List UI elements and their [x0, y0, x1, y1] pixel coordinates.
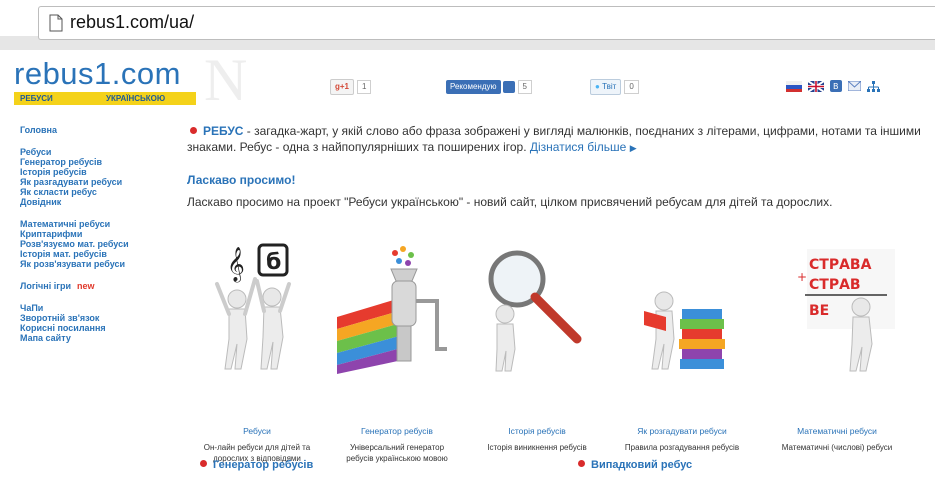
nav-solve-math[interactable]: Розв'язуємо мат. ребуси — [20, 239, 180, 249]
card-title[interactable]: Ребуси — [187, 426, 327, 436]
logo-subtitle-bar: РЕБУСИ УКРАЇНСЬКОЮ — [14, 92, 196, 105]
main-content: РЕБУС - загадка-жарт, у якій слово або ф… — [187, 123, 927, 463]
card-desc: Історія виникнення ребусів — [487, 443, 587, 452]
uk-flag-icon[interactable] — [808, 80, 824, 92]
strava-line1: СТРАВА — [809, 257, 872, 273]
recommend-button[interactable]: Рекомендую — [446, 80, 501, 94]
russian-flag-icon[interactable] — [786, 80, 802, 92]
nav-history[interactable]: Історія ребусів — [20, 167, 180, 177]
magnifier-person-icon — [488, 250, 582, 372]
recommend-count: 5 — [517, 80, 532, 94]
bottom-random-rebus-link[interactable]: Випадковий ребус — [575, 459, 692, 471]
logo-watermark: N — [204, 47, 248, 113]
nav-useful-links[interactable]: Корисні посилання — [20, 323, 180, 333]
bottom-left-label: Генератор ребусів — [213, 459, 314, 471]
card-title[interactable]: Історія ребусів — [467, 426, 607, 436]
gplus-count: 1 — [357, 80, 372, 94]
website: N rebus1.com РЕБУСИ УКРАЇНСЬКОЮ g+1 1 Ре… — [0, 47, 935, 475]
page-icon — [49, 14, 63, 32]
nav-math-rebuses[interactable]: Математичні ребуси — [20, 219, 180, 229]
nav-logic-games[interactable]: Логічні ігри new — [20, 281, 180, 291]
card-desc: Математичні (числові) ребуси — [781, 443, 893, 452]
new-badge: new — [77, 281, 95, 291]
site-logo[interactable]: rebus1.com РЕБУСИ УКРАЇНСЬКОЮ — [14, 56, 196, 105]
gplus-button[interactable]: g+1 — [330, 79, 355, 95]
language-links: B — [786, 80, 880, 92]
logo-sub-left: РЕБУСИ — [20, 94, 53, 103]
nav-generator[interactable]: Генератор ребусів — [20, 157, 180, 167]
feature-cards: 𝄞 б Ребуси Он-лайн ребуси для дітей та д… — [187, 239, 927, 479]
nav-faq[interactable]: ЧаПи — [20, 303, 180, 313]
nav-cryptarithms[interactable]: Криптарифми — [20, 229, 180, 239]
card-title[interactable]: Як розгадувати ребуси — [612, 426, 752, 436]
address-bar[interactable]: rebus1.com/ua/ — [38, 6, 935, 40]
nav-sitemap[interactable]: Мапа сайту — [20, 333, 180, 343]
books-reader-icon — [644, 291, 725, 370]
vk-share-icon[interactable]: B — [830, 80, 842, 92]
tweet-count: 0 — [624, 80, 639, 94]
svg-text:б: б — [266, 250, 281, 275]
welcome-title: Ласкаво просимо! — [187, 173, 296, 187]
bottom-right-label: Випадковий ребус — [591, 459, 693, 471]
tweet-button[interactable]: ● Твіт — [590, 79, 622, 95]
welcome-text: Ласкаво просимо на проект "Ребуси україн… — [187, 195, 833, 209]
recommend-widget[interactable]: Рекомендую 5 — [446, 80, 532, 94]
strava-line2: СТРАВ — [809, 277, 861, 293]
url-text[interactable]: rebus1.com/ua/ — [70, 12, 194, 33]
logic-games-label: Логічні ігри — [20, 281, 72, 291]
rebus-keyword: РЕБУС — [203, 124, 244, 138]
logo-text: rebus1.com — [14, 56, 181, 91]
bottom-generator-link[interactable]: Генератор ребусів — [197, 459, 313, 471]
bullet-icon — [200, 460, 207, 467]
gplus-widget[interactable]: g+1 1 — [330, 79, 372, 95]
people-music-notes-icon: 𝄞 б — [215, 243, 291, 370]
intro-paragraph: РЕБУС - загадка-жарт, у якій слово або ф… — [187, 123, 927, 156]
site-header: N rebus1.com РЕБУСИ УКРАЇНСЬКОЮ g+1 1 Ре… — [0, 47, 935, 113]
bullet-icon — [190, 127, 197, 134]
svg-text:B: B — [833, 82, 839, 91]
nav-how-to-solve[interactable]: Як разгадувати ребуси — [20, 177, 180, 187]
card-desc: Універсальний генератор ребусів українсь… — [346, 443, 448, 463]
logo-sub-right: УКРАЇНСЬКОЮ — [106, 94, 166, 103]
tweet-widget[interactable]: ● Твіт 0 — [590, 79, 639, 95]
nav-feedback[interactable]: Зворотній зв'язок — [20, 313, 180, 323]
strava-line3: ВЕ — [809, 303, 829, 319]
strava-puzzle-icon: СТРАВА + СТРАВ ВЕ — [797, 249, 895, 372]
svg-text:+: + — [797, 270, 807, 284]
vk-icon — [502, 81, 515, 93]
bullet-icon — [578, 460, 585, 467]
tweet-label: Твіт — [602, 82, 617, 91]
sitemap-icon[interactable] — [867, 80, 880, 92]
card-desc: Правила розгадування ребусів — [624, 443, 740, 452]
nav-how-to-solve-math[interactable]: Як розв'язувати ребуси — [20, 259, 180, 269]
play-arrow-icon[interactable]: ▶ — [630, 143, 637, 153]
learn-more-link[interactable]: Дізнатися більше — [530, 140, 626, 154]
nav-home[interactable]: Головна — [20, 125, 180, 135]
browser-chrome: rebus1.com/ua/ — [0, 0, 935, 50]
mail-icon[interactable] — [848, 81, 861, 91]
sidebar-nav: Головна Ребуси Генератор ребусів Історія… — [20, 125, 180, 343]
svg-text:𝄞: 𝄞 — [227, 247, 245, 283]
twitter-bird-icon: ● — [595, 82, 600, 91]
meat-grinder-rainbow-icon — [337, 246, 447, 374]
nav-rebuses[interactable]: Ребуси — [20, 147, 180, 157]
nav-math-history[interactable]: Історія мат. ребусів — [20, 249, 180, 259]
card-title[interactable]: Генератор ребусів — [327, 426, 467, 436]
nav-how-to-make[interactable]: Як скласти ребус — [20, 187, 180, 197]
nav-reference[interactable]: Довідник — [20, 197, 180, 207]
card-title[interactable]: Математичні ребуси — [767, 426, 907, 436]
